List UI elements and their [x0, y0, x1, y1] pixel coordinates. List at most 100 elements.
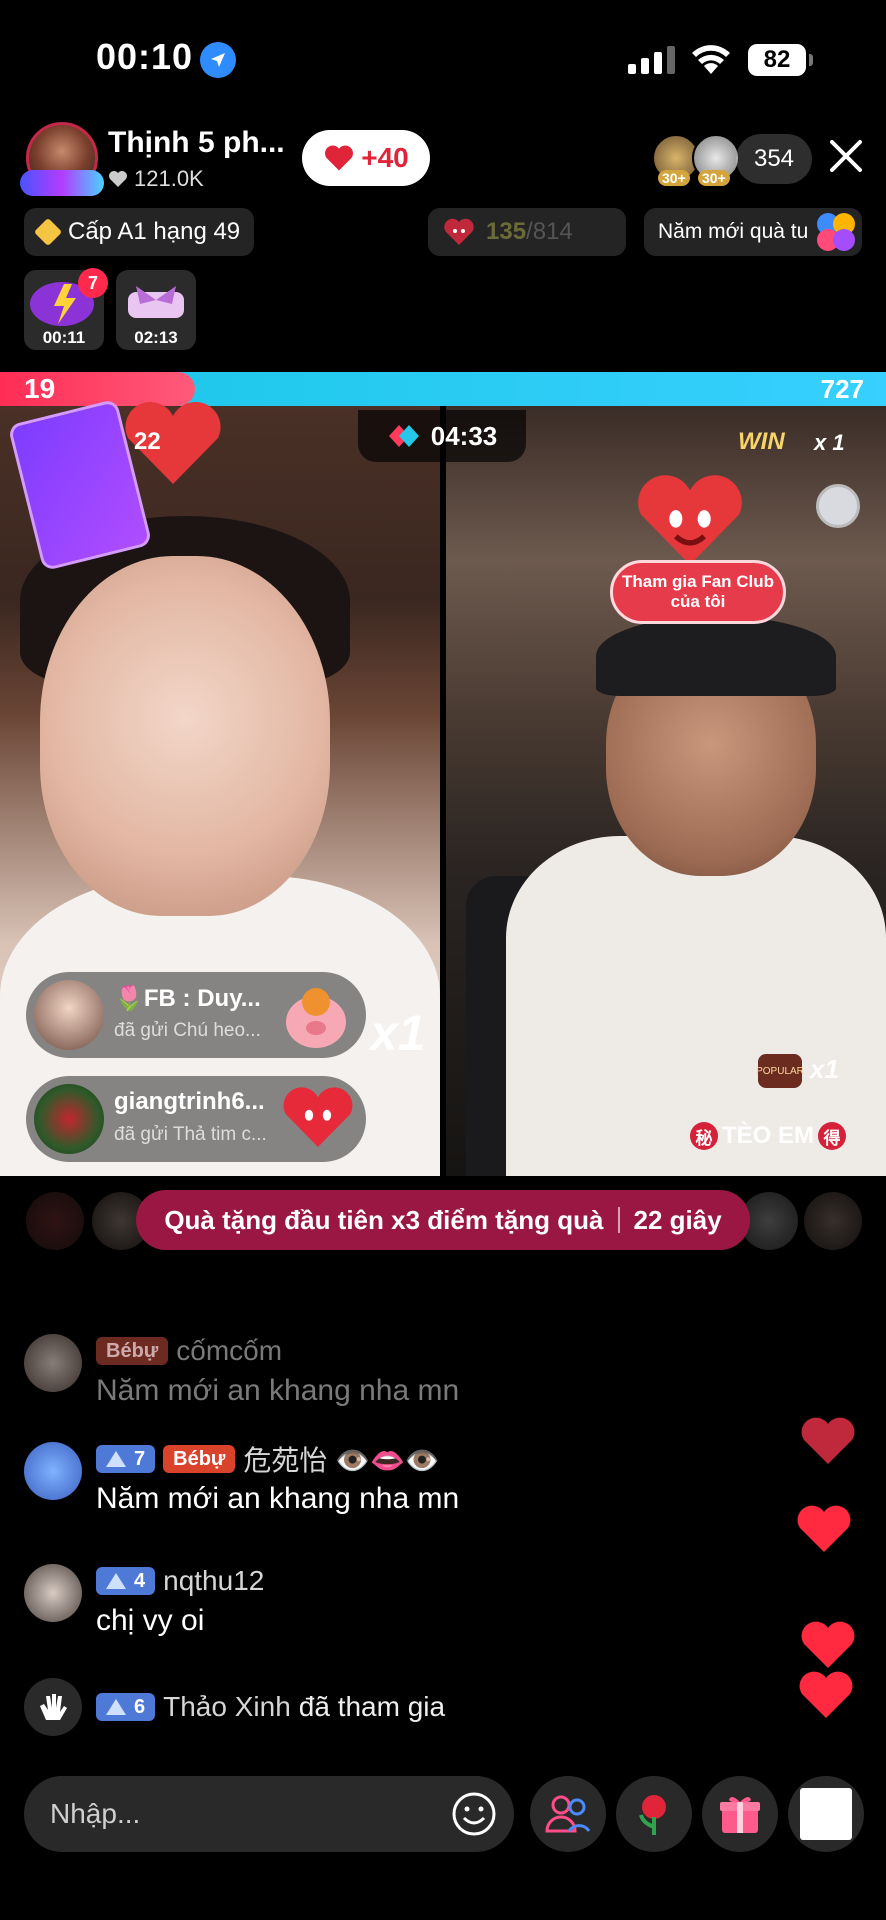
battle-left-score: 19: [24, 373, 56, 404]
level-text: Cấp A1 hạng 49: [68, 218, 241, 245]
comment-text: Năm mới an khang nha mn: [96, 1374, 460, 1407]
tile-timer: 02:13: [134, 328, 178, 347]
side-avatar[interactable]: [804, 1192, 862, 1250]
opponent-name-tag[interactable]: 秘 TÈO EM 得: [690, 1122, 847, 1150]
boost-icon[interactable]: [816, 484, 860, 528]
comment-input-bar[interactable]: Nhập...: [24, 1776, 514, 1852]
fan-badge: Bébự: [163, 1445, 236, 1473]
gift-button[interactable]: [702, 1776, 778, 1852]
side-avatar[interactable]: [26, 1192, 84, 1250]
join-fanclub-button[interactable]: Tham gia Fan Club của tôi: [610, 560, 786, 624]
share-icon: [800, 1788, 852, 1840]
gift-action: đã gửi Thả tim c...: [114, 1124, 267, 1145]
comment-header: Bébự cốmcốm: [96, 1334, 282, 1368]
promo-text: Quà tặng đầu tiên x3 điểm tặng quà: [164, 1204, 604, 1235]
commenter-name: cốmcốm: [176, 1335, 283, 1366]
popular-badge: POPULAR: [756, 1054, 804, 1088]
level-triangle-icon: [106, 1573, 126, 1589]
diamond-icon: [33, 217, 63, 247]
heart-icon: [325, 145, 354, 171]
close-icon[interactable]: [826, 136, 866, 176]
wave-hand-icon: [24, 1678, 82, 1736]
ribbon-icon: [128, 286, 184, 318]
level-badge: 4: [96, 1567, 156, 1595]
comment-header: 4 nqthu12: [96, 1564, 264, 1598]
host-likes: 121.0K: [108, 166, 204, 192]
host-name[interactable]: Thịnh 5 ph...: [108, 126, 285, 160]
gift-2026-icon: [817, 213, 855, 251]
viewer-count[interactable]: 354: [736, 134, 812, 184]
popular-count: x1: [810, 1054, 839, 1084]
rose-gift-button[interactable]: [616, 1776, 692, 1852]
floating-heart-icon: [799, 1671, 853, 1718]
gift-multiplier: x1: [370, 1005, 426, 1061]
share-button[interactable]: [788, 1776, 864, 1852]
gift-sender-name: 🌷FB : Duy...: [114, 985, 261, 1012]
level-triangle-icon: [106, 1699, 126, 1715]
seal-icon: 得: [818, 1122, 847, 1150]
viewer-rank: 30+: [658, 170, 690, 186]
follow-button[interactable]: +40: [302, 130, 430, 186]
join-text: đã tham gia: [298, 1691, 446, 1722]
tile-timer: 00:11: [42, 328, 86, 347]
level-badge: 7: [96, 1445, 156, 1473]
viewer-rank: 30+: [698, 170, 730, 186]
level-badge: 6: [96, 1693, 156, 1721]
promo-countdown: 22 giây: [633, 1204, 722, 1235]
cellular-signal-icon: [628, 46, 675, 74]
battle-icon: [388, 425, 419, 447]
level-pill[interactable]: Cấp A1 hạng 49: [24, 208, 255, 256]
heart-gift-icon: [444, 218, 474, 245]
status-time: 00:10: [96, 36, 194, 77]
ribbon-gift-tile[interactable]: 02:13: [116, 270, 196, 350]
battle-timer: 04:33: [358, 410, 526, 462]
joiner-name: Thảo Xinh: [163, 1691, 291, 1722]
win-label: WIN: [738, 428, 785, 455]
commenter-avatar[interactable]: [24, 1564, 82, 1622]
fan-badge: Bébự: [96, 1337, 169, 1365]
opponent-name: TÈO EM: [722, 1122, 815, 1149]
floating-heart-icon: [797, 1505, 851, 1552]
host-likes-count: 121.0K: [134, 166, 204, 191]
commenter-avatar[interactable]: [24, 1334, 82, 1392]
win-count: x 1: [814, 430, 845, 455]
viewer-avatar[interactable]: 30+: [692, 134, 740, 186]
comment-input-placeholder[interactable]: Nhập...: [50, 1798, 140, 1830]
new-year-pill[interactable]: Năm mới quà tu: [644, 208, 862, 256]
gift-sender-name: giangtrinh6...: [114, 1088, 265, 1115]
battle-timer-text: 04:33: [430, 420, 498, 451]
level-triangle-icon: [106, 1451, 126, 1467]
floating-heart-icon: [801, 1417, 855, 1464]
promo-separator: [617, 1207, 620, 1233]
follow-count: +40: [361, 142, 409, 173]
pig-gift-icon: [286, 988, 346, 1048]
comment-header: 7 Bébự 危苑怡 👁️👄👁️: [96, 1442, 440, 1476]
goal-progress-pill[interactable]: 135/814: [428, 208, 626, 256]
heart-gift-icon: [283, 1087, 353, 1148]
left-top-score: 22: [134, 428, 161, 455]
comment-text: Năm mới an khang nha mn: [96, 1482, 460, 1515]
people-icon: [545, 1795, 591, 1833]
opponent-cap: [596, 616, 836, 696]
heart-icon: [109, 171, 127, 187]
battery-indicator: 82: [748, 44, 813, 76]
battle-right-score: 727: [820, 374, 864, 404]
gift-sender-avatar: [34, 1084, 104, 1154]
gift-icon: [720, 1796, 760, 1833]
commenter-name: 危苑怡 👁️👄👁️: [243, 1445, 440, 1476]
rose-icon: [639, 1795, 666, 1835]
first-gift-promo-banner[interactable]: Quà tặng đầu tiên x3 điểm tặng quà 22 gi…: [136, 1190, 750, 1250]
top-viewers[interactable]: 30+ 30+: [652, 134, 742, 186]
commenter-avatar[interactable]: [24, 1442, 82, 1500]
guests-button[interactable]: [530, 1776, 606, 1852]
new-year-text: Năm mới quà tu: [658, 220, 809, 243]
wifi-icon: [692, 45, 730, 74]
emoji-icon[interactable]: [450, 1790, 498, 1838]
notification-badge: 7: [78, 268, 108, 298]
seal-icon: 秘: [690, 1122, 718, 1150]
fanclub-heart-icon: [638, 475, 742, 565]
floating-heart-icon: [801, 1621, 855, 1668]
comment-text: chị vy oi: [96, 1604, 205, 1637]
progress-count: 135/814: [486, 218, 573, 245]
commenter-name: nqthu12: [163, 1565, 265, 1596]
